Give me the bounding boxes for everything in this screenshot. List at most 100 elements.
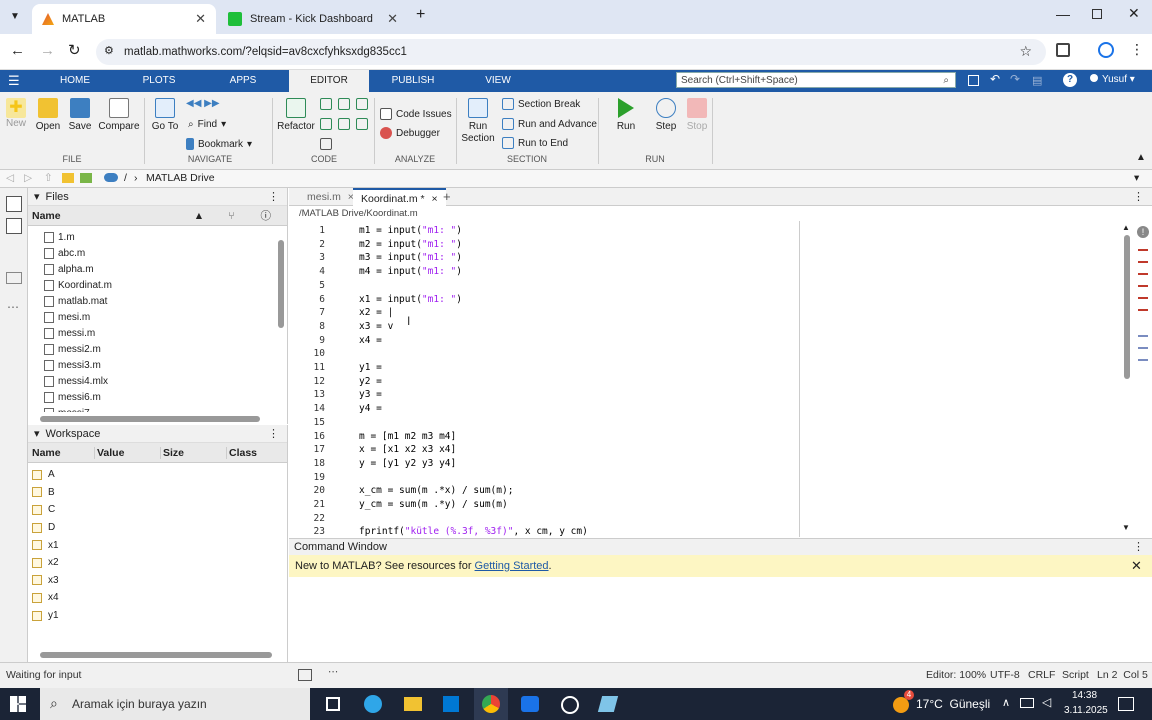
cloud-drive-icon[interactable]	[104, 173, 118, 182]
workspace-variable[interactable]: y1	[28, 607, 287, 625]
save-quick-icon[interactable]	[968, 75, 979, 86]
code-line[interactable]: x = [x1 x2 x3 x4]	[359, 444, 456, 455]
code-line[interactable]: y_cm = sum(m .*y) / sum(m)	[359, 499, 508, 510]
workspace-variable[interactable]: x4	[28, 589, 287, 607]
find-button[interactable]: ⌕ Find ▾	[188, 119, 226, 130]
path-forward-icon[interactable]: ▷	[24, 172, 32, 184]
file-item[interactable]: messi2.m	[28, 341, 287, 357]
warning-marker[interactable]	[1138, 297, 1148, 299]
ws-col-size[interactable]: Size	[160, 446, 226, 459]
sort-ascending-icon[interactable]: ▲	[194, 210, 204, 222]
files-panel-icon[interactable]	[6, 196, 22, 212]
tab-editor[interactable]: EDITOR	[289, 70, 369, 92]
new-folder-icon[interactable]	[62, 173, 74, 183]
forward-icon[interactable]: →	[40, 42, 55, 59]
file-item[interactable]: messi3.m	[28, 357, 287, 373]
path-up-icon[interactable]: ⇧	[44, 172, 53, 184]
code-line[interactable]: x2 = |	[359, 307, 393, 318]
source-control-icon[interactable]	[6, 272, 22, 284]
redo-icon[interactable]: ↷	[1010, 72, 1020, 86]
editor-vertical-scrollbar[interactable]	[1124, 235, 1130, 379]
step-button[interactable]: Step	[648, 98, 684, 132]
restore-window-icon[interactable]	[1092, 9, 1102, 19]
workspace-panel-icon[interactable]	[6, 218, 22, 234]
code-analyzer-status-icon[interactable]: !	[1137, 226, 1149, 238]
taskbar-search-input[interactable]: ⌕ Aramak için buraya yazın	[40, 688, 310, 720]
run-to-end-button[interactable]: Run to End	[502, 137, 568, 149]
extensions-icon[interactable]	[1056, 43, 1070, 57]
ws-col-name[interactable]: Name	[28, 447, 94, 459]
code-issues-button[interactable]: Code Issues	[380, 108, 452, 120]
file-item[interactable]: 1.m	[28, 229, 287, 245]
close-window-icon[interactable]: ✕	[1128, 5, 1140, 22]
editor-tab-koordinat[interactable]: Koordinat.m * ×	[353, 188, 446, 206]
tab-home[interactable]: HOME	[40, 70, 110, 92]
collapse-icon[interactable]: ▾	[34, 427, 40, 440]
wrap-icon[interactable]	[320, 118, 332, 130]
run-section-button[interactable]: Run Section	[458, 98, 498, 145]
layout-toggle-icon[interactable]	[298, 669, 312, 681]
run-button[interactable]: Run	[606, 98, 646, 132]
workspace-variable[interactable]: A	[28, 466, 287, 484]
workspace-variable[interactable]: x1	[28, 536, 287, 554]
compare-button[interactable]: Compare	[98, 98, 140, 132]
warning-marker[interactable]	[1138, 309, 1148, 311]
editor-scroll-up-icon[interactable]: ▲	[1122, 223, 1130, 232]
tab-search-icon[interactable]: ▼	[6, 8, 24, 26]
format-icon[interactable]	[320, 98, 332, 110]
cursor-position[interactable]: Ln 2 Col 5	[1097, 669, 1148, 681]
weather-text[interactable]: 17°C Güneşli	[916, 697, 990, 711]
editor-menu-icon[interactable]: ⋮	[1133, 190, 1144, 203]
file-explorer-icon[interactable]	[404, 697, 422, 711]
browser-menu-icon[interactable]: ⋮	[1130, 41, 1144, 58]
file-item[interactable]: messi4.mlx	[28, 373, 287, 389]
workspace-variable[interactable]: x2	[28, 554, 287, 572]
path-folder[interactable]: MATLAB Drive	[146, 172, 215, 184]
goto-button[interactable]: Go To	[148, 98, 182, 132]
store-icon[interactable]	[443, 696, 459, 712]
code-line[interactable]: m2 = input("m1: ")	[359, 239, 462, 250]
file-item[interactable]: messi6.m	[28, 389, 287, 405]
browser-tab-kick[interactable]: Stream - Kick Dashboard ✕	[218, 4, 408, 34]
code-line[interactable]: m1 = input("m1: ")	[359, 225, 462, 236]
file-item[interactable]: matlab.mat	[28, 293, 287, 309]
code-line[interactable]: y2 =	[359, 376, 382, 387]
panel-menu-icon[interactable]: ⋮	[1133, 539, 1144, 555]
collapse-icon[interactable]: ▾	[34, 190, 40, 203]
windows-start-icon[interactable]	[10, 696, 26, 712]
warning-marker[interactable]	[1138, 249, 1148, 251]
hamburger-menu-icon[interactable]: ☰	[8, 73, 20, 89]
smart-indent-icon[interactable]	[356, 118, 368, 130]
code-line[interactable]: fprintf("kütle (%.3f, %3f)", x cm, y cm)	[359, 526, 588, 537]
collapse-ribbon-icon[interactable]: ▲	[1136, 152, 1146, 163]
workspace-variable[interactable]: C	[28, 501, 287, 519]
panel-menu-icon[interactable]: ⋮	[268, 427, 279, 440]
path-dropdown-icon[interactable]: ▾	[1134, 172, 1139, 184]
notes-app-icon[interactable]	[597, 696, 619, 712]
tray-chevron-icon[interactable]: ∧	[1002, 696, 1010, 709]
back-forward-nav[interactable]: ◀◀ ▶▶	[186, 98, 220, 109]
user-menu[interactable]: Yusuf ▾	[1090, 74, 1135, 85]
file-type[interactable]: Script	[1062, 669, 1089, 681]
matlab-search-input[interactable]: Search (Ctrl+Shift+Space) ⌕	[676, 72, 956, 88]
edge-browser-icon[interactable]	[364, 695, 382, 713]
close-tab-icon[interactable]: ×	[432, 193, 438, 205]
open-button[interactable]: Open	[34, 98, 62, 132]
file-item[interactable]: messi.m	[28, 325, 287, 341]
files-panel-header[interactable]: ▾ Files ⋮	[28, 188, 287, 206]
workspace-horizontal-scrollbar[interactable]	[40, 652, 272, 658]
workspace-variable[interactable]: x3	[28, 572, 287, 590]
code-line[interactable]: y1 =	[359, 362, 382, 373]
editor-zoom[interactable]: Editor: 100%	[926, 669, 986, 681]
clock-time[interactable]: 14:38	[1072, 690, 1097, 701]
undo-icon[interactable]: ↶	[990, 72, 1000, 86]
close-tab-icon[interactable]: ✕	[195, 11, 206, 27]
name-column-header[interactable]: Name	[28, 210, 61, 222]
file-item[interactable]: messi7	[28, 405, 287, 412]
workspace-variable[interactable]: D	[28, 519, 287, 537]
code-line[interactable]: m = [m1 m2 m3 m4]	[359, 431, 456, 442]
git-column-icon[interactable]: ⑂	[228, 210, 234, 222]
workspace-variable[interactable]: B	[28, 484, 287, 502]
browse-folder-icon[interactable]	[80, 173, 92, 183]
line-ending[interactable]: CRLF	[1028, 669, 1055, 681]
